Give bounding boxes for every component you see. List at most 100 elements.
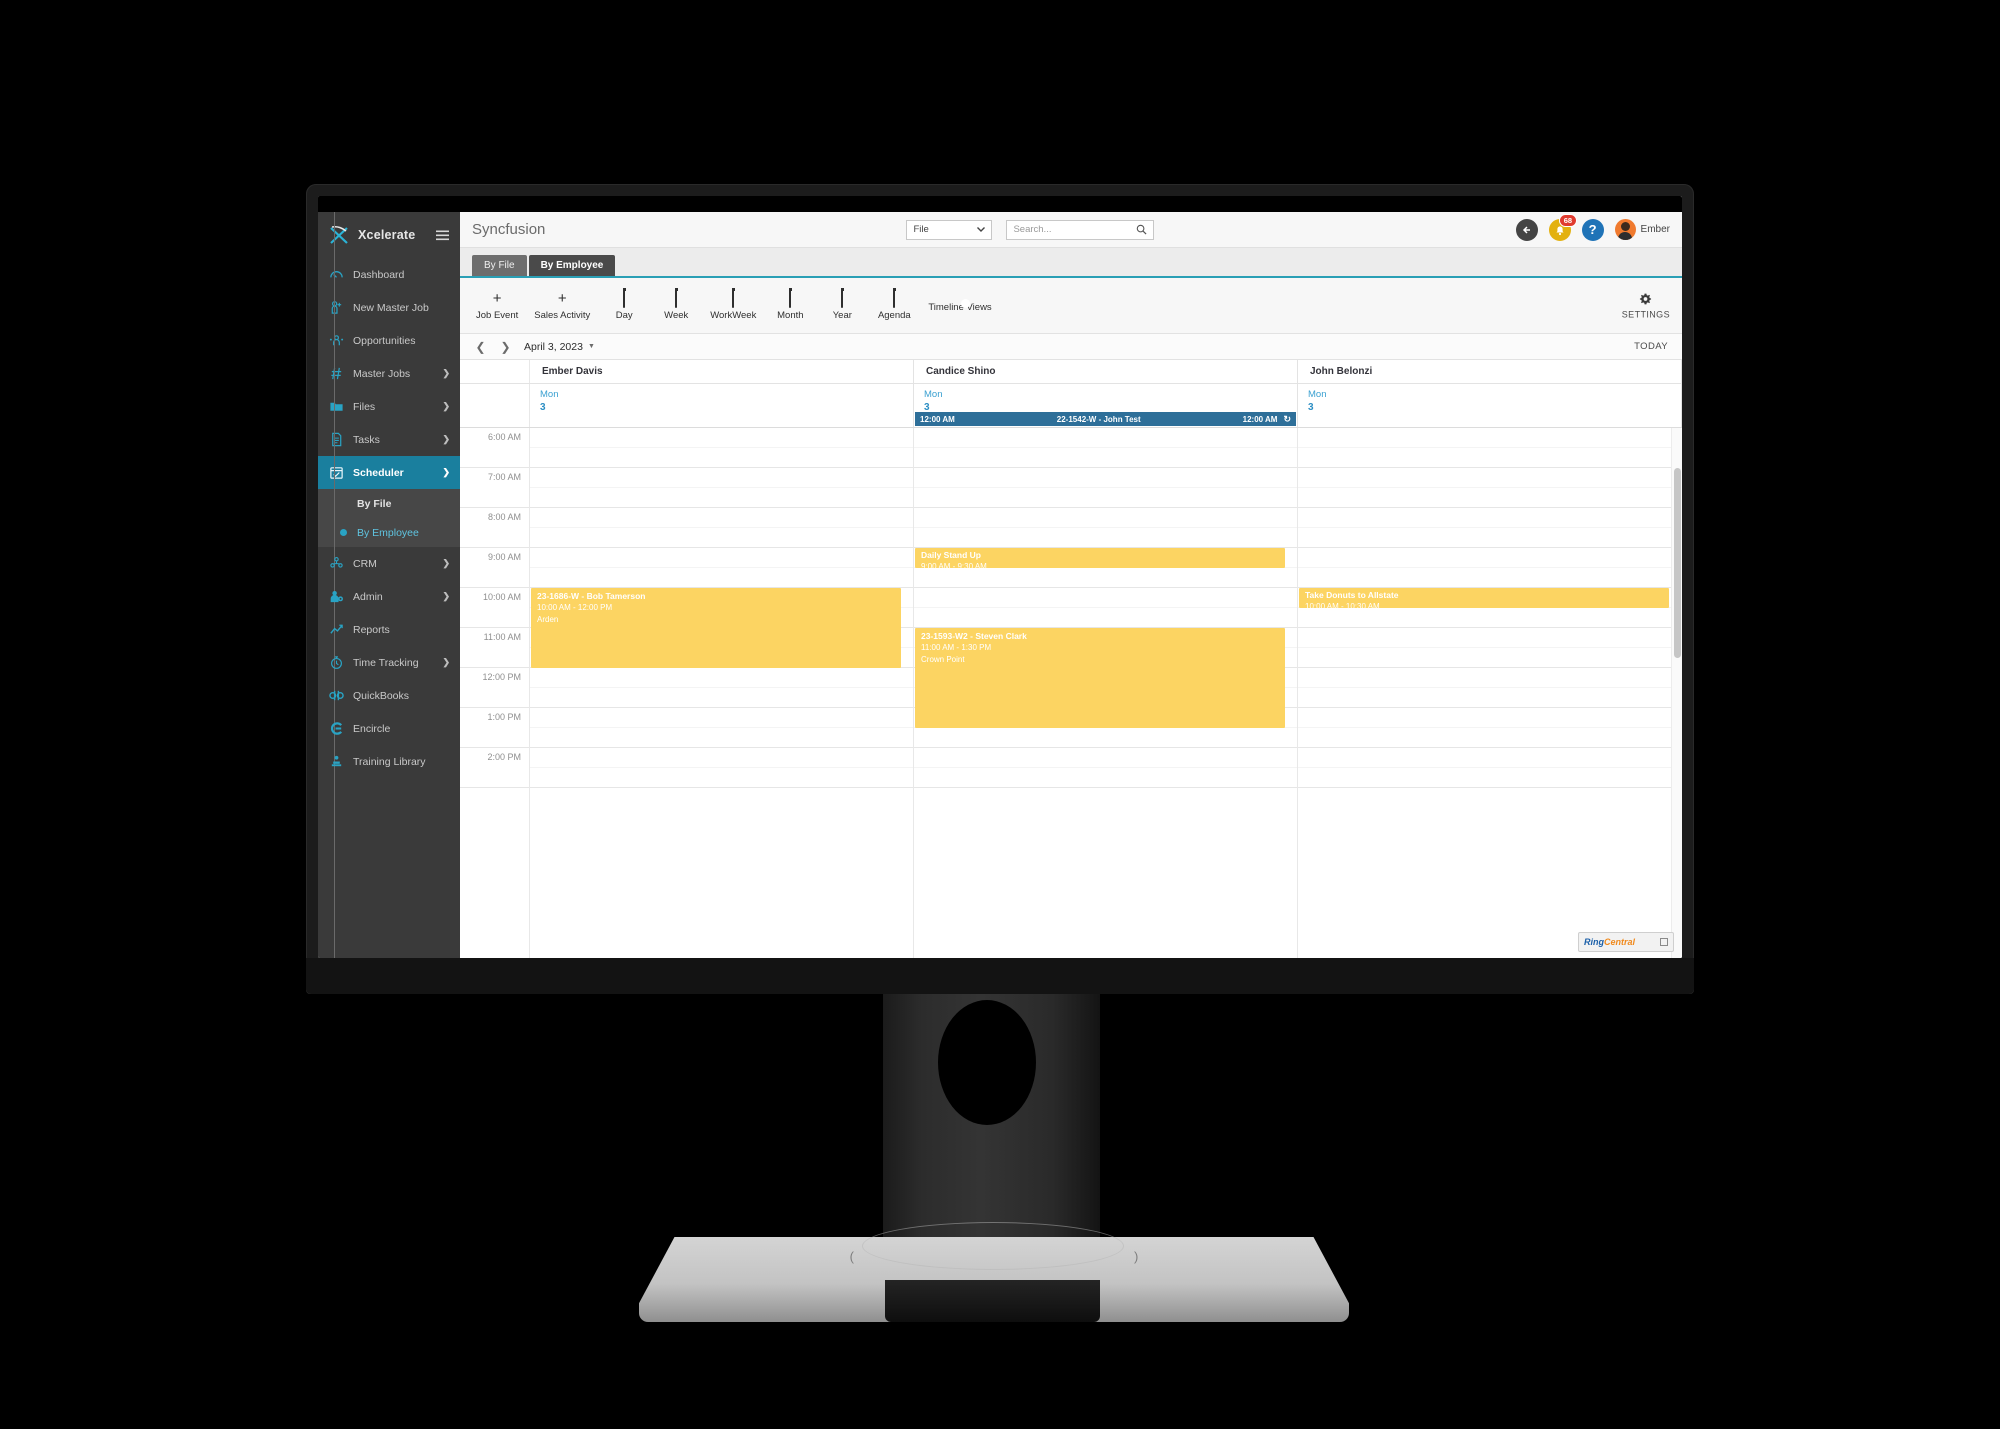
time-cell[interactable] xyxy=(530,568,913,588)
sidebar-item-encircle[interactable]: Encircle xyxy=(318,712,460,745)
file-type-select[interactable]: File xyxy=(906,219,993,240)
event-23-1686-w-bob-tamerson[interactable]: 23-1686-W - Bob Tamerson 10:00 AM - 12:0… xyxy=(531,588,901,668)
chevron-right-icon[interactable]: ❯ xyxy=(499,340,512,354)
sidebar-item-time-tracking[interactable]: Time Tracking ❯ xyxy=(318,646,460,679)
time-cell[interactable] xyxy=(914,768,1297,788)
time-cell[interactable] xyxy=(914,508,1297,528)
time-cell[interactable] xyxy=(530,688,913,708)
time-cell[interactable] xyxy=(1298,768,1681,788)
view-day-button[interactable]: Day xyxy=(598,288,650,321)
resource-column-ember-davis[interactable]: 23-1686-W - Bob Tamerson 10:00 AM - 12:0… xyxy=(530,428,914,958)
resource-column-candice-shino[interactable]: Daily Stand Up 9:00 AM - 9:30 AM 23-1593… xyxy=(914,428,1298,958)
time-cell[interactable] xyxy=(530,488,913,508)
current-date-button[interactable]: April 3, 2023 ▼ xyxy=(524,341,595,353)
notifications-bell-icon[interactable]: 68 xyxy=(1548,213,1577,241)
sidebar-item-tasks[interactable]: Tasks ❯ xyxy=(318,423,460,456)
job-event-button[interactable]: + Job Event xyxy=(468,291,526,321)
minimize-icon[interactable] xyxy=(1660,938,1668,946)
all-day-cell-ember-davis[interactable]: Mon 3 xyxy=(530,384,914,427)
sidebar-item-reports[interactable]: Reports xyxy=(318,613,460,646)
time-cell[interactable] xyxy=(1298,448,1681,468)
all-day-cell-john-belonzi[interactable]: Mon 3 xyxy=(1298,384,1682,427)
search-icon[interactable] xyxy=(1136,224,1147,235)
time-cell[interactable] xyxy=(914,468,1297,488)
all-day-cell-candice-shino[interactable]: Mon 3 12:00 AM 22-1542-W - John Test 12:… xyxy=(914,384,1298,427)
time-cell[interactable] xyxy=(1298,748,1681,768)
time-cell[interactable] xyxy=(530,468,913,488)
search-input[interactable]: Search... xyxy=(1006,219,1155,240)
time-cell[interactable] xyxy=(914,728,1297,748)
time-cell[interactable] xyxy=(1298,568,1681,588)
time-cell[interactable] xyxy=(530,428,913,448)
event-take-donuts-to-allstate[interactable]: Take Donuts to Allstate 10:00 AM - 10:30… xyxy=(1299,588,1669,608)
time-cell[interactable] xyxy=(530,748,913,768)
hamburger-icon[interactable] xyxy=(436,230,450,241)
time-cell[interactable] xyxy=(914,568,1297,588)
time-cell[interactable] xyxy=(1298,468,1681,488)
time-cell[interactable] xyxy=(530,708,913,728)
time-cell[interactable] xyxy=(530,448,913,468)
time-cell[interactable] xyxy=(1298,488,1681,508)
time-cell[interactable] xyxy=(1298,528,1681,548)
chevron-left-icon[interactable]: ❮ xyxy=(474,340,487,354)
resource-column-john-belonzi[interactable]: Take Donuts to Allstate 10:00 AM - 10:30… xyxy=(1298,428,1682,958)
time-cell[interactable] xyxy=(530,528,913,548)
time-cell[interactable] xyxy=(1298,728,1681,748)
sidebar-item-opportunities[interactable]: Opportunities xyxy=(318,324,460,357)
sales-activity-button[interactable]: + Sales Activity xyxy=(526,291,598,321)
sidebar-item-scheduler[interactable]: Scheduler ❯ xyxy=(318,456,460,489)
sidebar-item-training-library[interactable]: Training Library xyxy=(318,745,460,778)
sidebar-item-admin[interactable]: Admin ❯ xyxy=(318,580,460,613)
tab-by-file[interactable]: By File xyxy=(472,255,527,276)
sidebar-item-quickbooks[interactable]: QuickBooks xyxy=(318,679,460,712)
sidebar-subitem-by-employee[interactable]: By Employee xyxy=(318,518,460,547)
time-cell[interactable] xyxy=(530,728,913,748)
ringcentral-widget[interactable]: RingCentral xyxy=(1578,932,1674,952)
time-cell[interactable] xyxy=(914,748,1297,768)
time-gutter-column: 6:00 AM 7:00 AM 8:00 AM 9:00 AM 10:00 AM 11:0… xyxy=(460,428,530,958)
time-cell[interactable] xyxy=(1298,508,1681,528)
time-cell[interactable] xyxy=(1298,708,1681,728)
time-cell[interactable] xyxy=(914,608,1297,628)
view-month-button[interactable]: Month xyxy=(764,288,816,321)
view-week-button[interactable]: Week xyxy=(650,288,702,321)
time-cell[interactable] xyxy=(1298,668,1681,688)
time-cell[interactable] xyxy=(1298,648,1681,668)
back-arrow-icon[interactable] xyxy=(1515,218,1538,241)
all-day-event[interactable]: 12:00 AM 22-1542-W - John Test 12:00 AM … xyxy=(915,412,1296,426)
sidebar-item-dashboard[interactable]: Dashboard xyxy=(318,258,460,291)
sidebar-item-files[interactable]: Files ❯ xyxy=(318,390,460,423)
event-daily-stand-up[interactable]: Daily Stand Up 9:00 AM - 9:30 AM xyxy=(915,548,1285,568)
sidebar-item-crm[interactable]: CRM ❯ xyxy=(318,547,460,580)
event-23-1593-w2-steven-clark[interactable]: 23-1593-W2 - Steven Clark 11:00 AM - 1:3… xyxy=(915,628,1285,728)
scrollbar-thumb[interactable] xyxy=(1674,468,1681,658)
today-button[interactable]: TODAY xyxy=(1634,341,1668,352)
settings-button[interactable]: SETTINGS xyxy=(1622,292,1670,319)
timeline-views-toggle[interactable]: Timeline Views xyxy=(920,298,999,313)
tab-by-employee[interactable]: By Employee xyxy=(528,255,616,276)
time-cell[interactable] xyxy=(1298,608,1681,628)
time-cell[interactable] xyxy=(914,448,1297,468)
time-cell[interactable] xyxy=(530,668,913,688)
view-year-button[interactable]: Year xyxy=(816,288,868,321)
time-cell[interactable] xyxy=(1298,548,1681,568)
vertical-scrollbar[interactable] xyxy=(1671,428,1682,958)
time-cell[interactable] xyxy=(1298,628,1681,648)
sidebar-item-new-master-job[interactable]: New Master Job xyxy=(318,291,460,324)
user-menu[interactable]: Ember xyxy=(1614,219,1670,240)
view-agenda-button[interactable]: Agenda xyxy=(868,288,920,321)
time-cell[interactable] xyxy=(914,488,1297,508)
question-mark-icon[interactable]: ? xyxy=(1581,218,1604,241)
sidebar-item-master-jobs[interactable]: Master Jobs ❯ xyxy=(318,357,460,390)
time-cell[interactable] xyxy=(914,588,1297,608)
time-cell[interactable] xyxy=(530,768,913,788)
time-cell[interactable] xyxy=(1298,428,1681,448)
time-cell[interactable] xyxy=(530,508,913,528)
time-cell[interactable] xyxy=(914,428,1297,448)
time-cell[interactable] xyxy=(1298,688,1681,708)
sidebar-subitem-by-file[interactable]: By File xyxy=(318,489,460,518)
time-cell[interactable] xyxy=(914,528,1297,548)
search-placeholder: Search... xyxy=(1013,224,1052,235)
view-workweek-button[interactable]: WorkWeek xyxy=(702,288,764,321)
time-cell[interactable] xyxy=(530,548,913,568)
